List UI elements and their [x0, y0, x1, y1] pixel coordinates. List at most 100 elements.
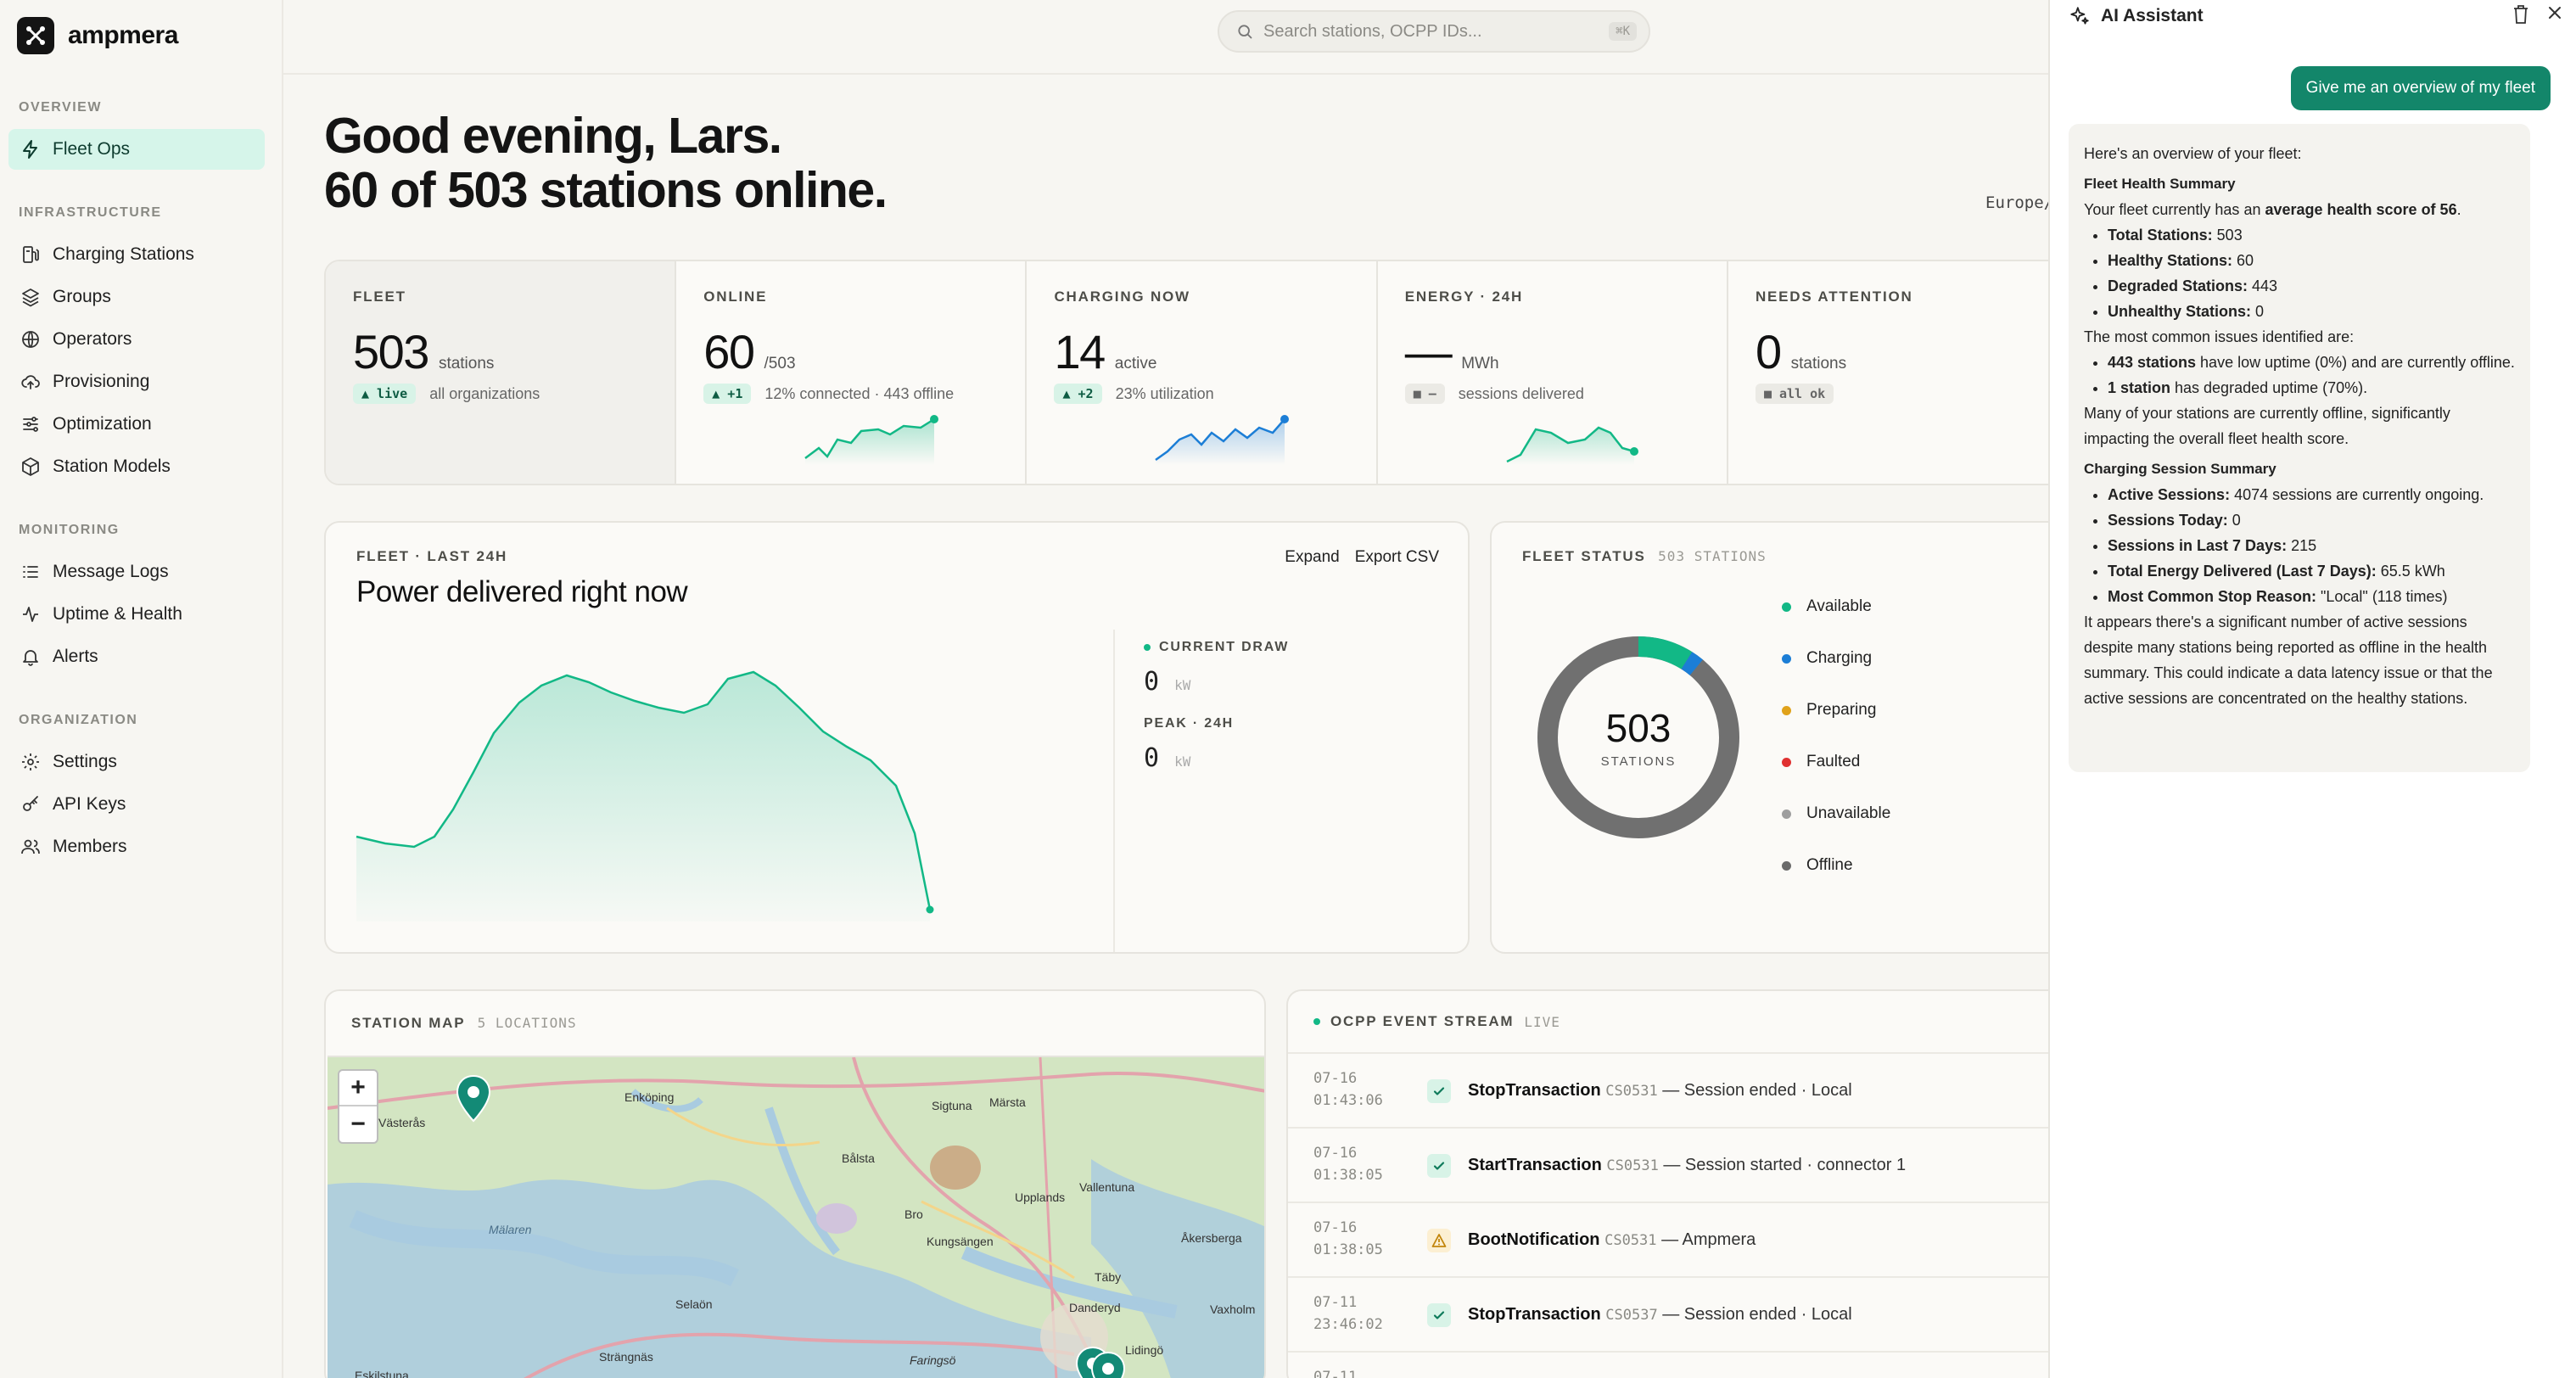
fleet-status-card: FLEET STATUS 503 STATIONS 503 STATIONS A…	[1490, 521, 2084, 954]
sidebar-item-charging-stations[interactable]: Charging Stations	[8, 234, 265, 275]
legend-item-available[interactable]: Available	[1782, 597, 1872, 616]
event-row[interactable]: 07-16 01:38:05 BootNotification CS0531 — …	[1288, 1202, 2084, 1276]
layers-icon	[22, 288, 39, 307]
legend-item-faulted[interactable]: Faulted	[1782, 753, 1860, 771]
legend-dot	[1782, 602, 1791, 612]
search-bar[interactable]: Search stations, OCPP IDs... ⌘K	[1218, 10, 1650, 53]
event-date: 07-16	[1313, 1219, 1358, 1236]
globe-icon	[22, 331, 39, 348]
event-row[interactable]: 07-11 23:46:02 StopTransaction CS0537 — S…	[1288, 1276, 2084, 1351]
online-sparkline	[804, 415, 939, 465]
list-item: Degraded Stations: 443	[2108, 273, 2515, 299]
map-place-label: Mälaren	[489, 1223, 532, 1236]
brand-name: ampmera	[68, 21, 178, 49]
kpi-unit: stations	[438, 355, 495, 373]
sidebar-item-provisioning[interactable]: Provisioning	[8, 361, 265, 402]
box-icon	[22, 457, 39, 476]
sidebar-item-fleet-ops[interactable]: Fleet Ops	[8, 129, 265, 170]
zoom-out-button[interactable]: −	[339, 1106, 377, 1142]
sparkles-icon	[2070, 7, 2089, 25]
event-row[interactable]: 07-11	[1288, 1351, 2084, 1378]
legend-item-offline[interactable]: Offline	[1782, 856, 1853, 875]
sidebar-item-settings[interactable]: Settings	[8, 742, 265, 782]
sidebar-item-label: Station Models	[53, 457, 171, 476]
charging-station-icon	[23, 246, 39, 263]
kpi-badge: ▲ +1	[703, 384, 752, 404]
event-row[interactable]: 07-16 01:43:06 StopTransaction CS0531 — S…	[1288, 1052, 2084, 1127]
legend-item-preparing[interactable]: Preparing	[1782, 701, 1876, 720]
sidebar-item-operators[interactable]: Operators	[8, 319, 265, 360]
sidebar-item-station-models[interactable]: Station Models	[8, 446, 265, 487]
expand-button[interactable]: Expand	[1285, 548, 1339, 567]
fleet-status-header: FLEET STATUS 503 STATIONS	[1522, 548, 1767, 565]
sidebar-item-label: Uptime & Health	[53, 604, 182, 624]
current-draw-stat: CURRENT DRAW 0 kW	[1144, 640, 1289, 697]
timezone-label[interactable]: Europe/	[1985, 193, 2053, 212]
page-title: Good evening, Lars. 60 of 503 stations o…	[324, 109, 888, 217]
legend-dot	[1782, 860, 1791, 871]
kpi-online[interactable]: ONLINE 60/503 ▲ +1 12% connected · 443 of…	[676, 261, 1028, 484]
map-place-label: Eskilstuna	[355, 1369, 409, 1378]
trash-icon[interactable]	[2512, 3, 2530, 25]
kpi-fleet[interactable]: FLEET 503 stations ▲ live all organization…	[326, 261, 677, 484]
power-title: Power delivered right now	[356, 575, 688, 608]
kpi-sub: 12% connected · 443 offline	[764, 384, 955, 402]
legend-item-unavailable[interactable]: Unavailable	[1782, 804, 1890, 823]
event-description: — Ampmera	[1661, 1230, 1756, 1249]
list-item: Active Sessions: 4074 sessions are curre…	[2108, 482, 2515, 507]
sidebar: ampmera OVERVIEW Fleet Ops INFRASTRUCTUR…	[0, 0, 283, 1378]
legend-label: Faulted	[1806, 753, 1861, 770]
map-pin-icon[interactable]	[1089, 1351, 1127, 1378]
map-place-label: Kungsängen	[927, 1235, 994, 1248]
assistant-reply: Here's an overview of your fleet: Fleet …	[2069, 124, 2530, 772]
kpi-value: 14	[1054, 325, 1106, 378]
list-icon	[23, 566, 38, 578]
map-place-label: Vaxholm	[1210, 1302, 1255, 1316]
reply-heading-sessions: Charging Session Summary	[2084, 461, 2276, 477]
brand[interactable]: ampmera	[17, 17, 178, 54]
close-icon[interactable]	[2545, 3, 2564, 22]
list-key: Active Sessions:	[2108, 486, 2231, 503]
legend-item-charging[interactable]: Charging	[1782, 649, 1872, 668]
map-place-label: Lidingö	[1125, 1343, 1163, 1357]
bell-icon	[23, 650, 38, 666]
sidebar-item-message-logs[interactable]: Message Logs	[8, 552, 265, 592]
list-key: Sessions in Last 7 Days:	[2108, 537, 2288, 554]
export-csv-button[interactable]: Export CSV	[1355, 548, 1439, 567]
peak-value: 0	[1144, 743, 1160, 773]
zoom-in-button[interactable]: +	[339, 1071, 377, 1106]
sidebar-item-members[interactable]: Members	[8, 826, 265, 867]
sidebar-item-alerts[interactable]: Alerts	[8, 636, 265, 677]
kpi-energy[interactable]: ENERGY · 24H — MWh ■ – sessions delivered	[1378, 261, 1728, 484]
sidebar-item-label: Alerts	[53, 647, 98, 666]
fleet-status-donut: 503 STATIONS	[1537, 636, 1739, 838]
event-station-id: CS0531	[1604, 1232, 1657, 1249]
event-type: StopTransaction	[1468, 1081, 1601, 1100]
map-place-label: Vallentuna	[1079, 1180, 1134, 1194]
kpi-needs-attention[interactable]: NEEDS ATTENTION 0 stations ■ all ok	[1728, 261, 2079, 484]
sidebar-item-optimization[interactable]: Optimization	[8, 404, 265, 445]
event-row[interactable]: 07-16 01:38:05 StartTransaction CS0531 — …	[1288, 1127, 2084, 1202]
map-pin-icon[interactable]	[455, 1074, 492, 1123]
search-input[interactable]: Search stations, OCPP IDs...	[1263, 22, 1599, 42]
assistant-header: AI Assistant	[2069, 5, 2204, 27]
reply-text: .	[2456, 201, 2461, 218]
event-type: BootNotification	[1468, 1230, 1600, 1249]
station-map[interactable]: Västerås Enköping Sigtuna Märsta Bålsta …	[328, 1056, 1264, 1378]
power-delivered-card: FLEET · LAST 24H Power delivered right n…	[324, 521, 1470, 954]
donut-center-label: STATIONS	[1601, 754, 1677, 769]
list-key: Total Energy Delivered (Last 7 Days):	[2108, 563, 2377, 580]
kpi-label: NEEDS ATTENTION	[1755, 288, 1913, 305]
events-header: OCPP EVENT STREAM LIVE	[1313, 1013, 1560, 1030]
kpi-badge: ▲ +2	[1054, 384, 1102, 404]
sidebar-item-api-keys[interactable]: API Keys	[8, 784, 265, 825]
event-time: 01:38:05	[1313, 1241, 1383, 1258]
map-place-label: Upplands	[1015, 1190, 1065, 1204]
search-shortcut-hint: ⌘K	[1609, 22, 1637, 41]
map-zoom-control: + −	[338, 1069, 378, 1144]
sidebar-item-groups[interactable]: Groups	[8, 277, 265, 317]
list-value: have low uptime (0%) and are currently o…	[2196, 354, 2515, 371]
sidebar-item-uptime-health[interactable]: Uptime & Health	[8, 594, 265, 635]
kpi-charging-now[interactable]: CHARGING NOW 14 active ▲ +2 23% utilizatio…	[1027, 261, 1378, 484]
map-place-label: Strängnäs	[599, 1350, 653, 1364]
